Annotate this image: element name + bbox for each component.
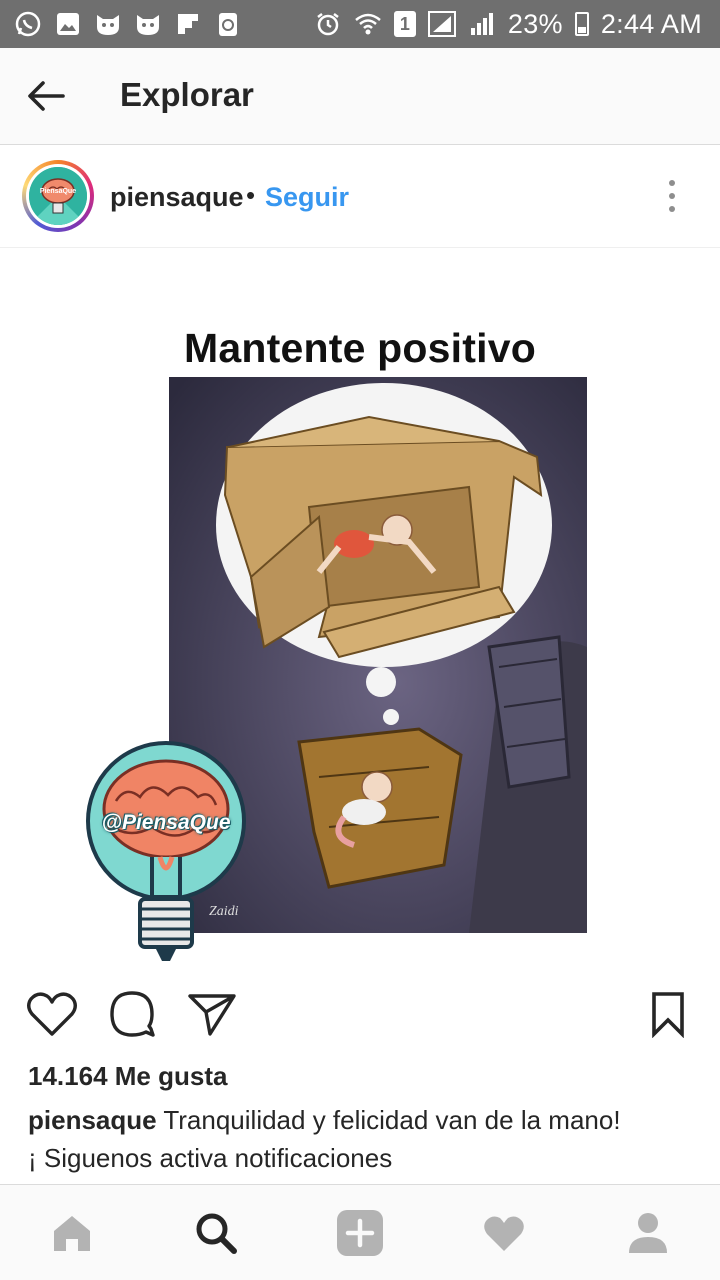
add-post-icon [337, 1210, 383, 1256]
like-button[interactable] [24, 986, 80, 1042]
notification-icons [14, 10, 242, 38]
caption-line: ¡ Siguenos activa notificaciones [28, 1143, 393, 1173]
nav-home[interactable] [42, 1205, 102, 1261]
comment-button[interactable] [104, 986, 160, 1042]
home-icon [54, 1216, 90, 1251]
avatar[interactable]: PiensaQue [22, 160, 94, 232]
caption-username[interactable]: piensaque [28, 1105, 157, 1135]
battery-icon [574, 12, 589, 36]
profile-icon [629, 1213, 667, 1253]
caption-text: Tranquilidad y felicidad van de la mano! [156, 1105, 621, 1135]
like-count[interactable]: 14.164 Me gusta [28, 1061, 227, 1092]
back-arrow-icon [28, 81, 65, 111]
heart-icon [27, 992, 77, 1036]
nav-profile[interactable] [618, 1205, 678, 1261]
more-options-button[interactable] [652, 174, 692, 218]
cat-face-icon [94, 10, 122, 38]
activity-heart-icon [484, 1216, 524, 1251]
more-dot-icon [669, 193, 675, 199]
save-button[interactable] [640, 986, 696, 1042]
bottom-navigation [0, 1184, 720, 1280]
post-image[interactable]: Mantente positivo Zaidi @PiensaQue [0, 249, 720, 970]
nav-add-post[interactable] [330, 1205, 390, 1261]
alarm-icon [314, 10, 342, 38]
nav-search[interactable] [186, 1205, 246, 1261]
post-caption: piensaque Tranquilidad y felicidad van d… [28, 1101, 698, 1177]
status-bar: 1 23% 2:44 AM [0, 0, 720, 48]
post-actions [0, 980, 720, 1054]
more-dot-icon [669, 180, 675, 186]
wifi-icon [354, 10, 382, 38]
send-icon [188, 994, 236, 1036]
sim-icon: 1 [393, 11, 416, 37]
comment-icon [110, 991, 155, 1037]
svg-text:PiensaQue: PiensaQue [40, 188, 76, 195]
signal-icon [427, 10, 456, 38]
lightbulb-logo-icon [86, 741, 246, 961]
follow-button[interactable]: Seguir [265, 182, 349, 213]
signal-icon [468, 10, 496, 38]
clock: 2:44 AM [600, 8, 702, 39]
more-dot-icon [669, 206, 675, 212]
flipboard-icon [174, 10, 202, 38]
app-header: Explorar [0, 48, 720, 145]
page-title: Explorar [120, 76, 254, 113]
nav-activity[interactable] [474, 1205, 534, 1261]
battery-percent: 23% [507, 8, 563, 39]
bookmark-icon [652, 992, 684, 1038]
separator-dot: • [246, 180, 256, 210]
whatsapp-icon [14, 10, 42, 38]
recycle-app-icon [214, 10, 242, 38]
image-heading: Mantente positivo [184, 325, 536, 371]
gallery-icon [54, 10, 82, 38]
post-username[interactable]: piensaque [110, 182, 244, 213]
back-button[interactable] [22, 74, 70, 118]
search-icon [196, 1213, 237, 1254]
cat-face-icon [134, 10, 162, 38]
watermark-label: @PiensaQue [101, 811, 231, 834]
share-button[interactable] [184, 986, 240, 1042]
post-header: PiensaQue piensaque • Seguir [0, 146, 720, 248]
system-status: 1 23% 2:44 AM [314, 9, 702, 40]
lightbulb-brain-icon: PiensaQue [29, 167, 87, 225]
